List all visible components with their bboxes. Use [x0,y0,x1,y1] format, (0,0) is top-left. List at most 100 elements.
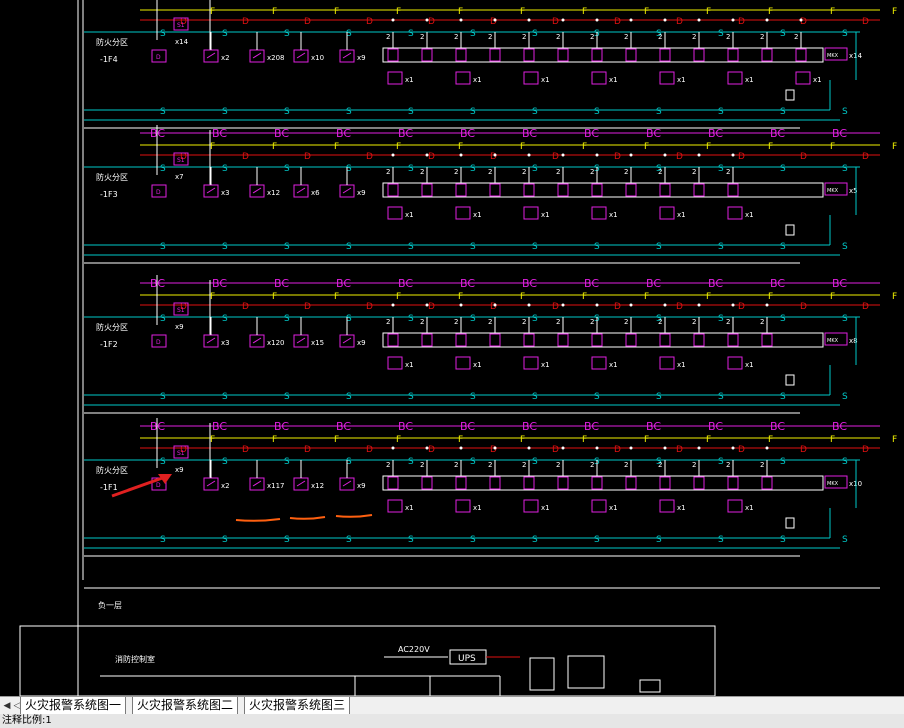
junction-dot [493,303,497,307]
count-label: x9 [357,339,366,347]
loop-num: 2 [590,318,594,326]
monitor-icon [567,655,605,689]
d-label: D [614,445,621,455]
count-label: x120 [267,339,285,347]
s-label: S [718,457,724,467]
module-box [455,333,467,347]
s-label: S [780,242,786,252]
junction-dot [493,153,497,157]
sub-device-count: x1 [745,504,754,512]
tab-fire-alarm-2[interactable]: 火灾报警系统图二 [132,697,239,715]
f-label: F [520,435,525,445]
d-label: D [490,152,497,162]
sub-device-box [387,356,403,370]
s-label: S [532,535,538,545]
loop-num: 2 [624,168,628,176]
f-label: F [830,435,835,445]
d-label: D [242,445,249,455]
layout-tab-bar: ◀ ◁ 火灾报警系统图一 火灾报警系统图二 火灾报警系统图三 [0,696,904,715]
d-label: D [614,302,621,312]
d-label: D [242,152,249,162]
cad-drawing-canvas[interactable]: F D S S F D S S F D S S F D S S F D S S F D S S F D S S F D S S F D S S F D S S… [0,0,904,696]
sub-device-box [523,71,539,85]
module-box [523,333,535,347]
junction-dot [731,303,735,307]
symbol-glyph [206,52,216,59]
symbol-glyph [342,337,352,344]
f-label: F [830,7,835,17]
loop-num: 2 [794,33,798,41]
sub-device-box [455,499,471,513]
annotation-scale-text: 注释比例:1 [2,715,52,726]
count-label: x3 [221,189,230,197]
f-label: F [768,7,773,17]
bc-label: BC [646,277,661,290]
d-label: D [862,17,869,27]
s-label: S [594,535,600,545]
f-label: F [210,435,215,445]
sub-device-box [795,71,811,85]
tab-fire-alarm-1[interactable]: 火灾报警系统图一 [20,697,127,715]
module-box [693,333,705,347]
loop-num: 2 [658,33,662,41]
s-label: S [470,535,476,545]
f-label: F [582,142,587,152]
sub-device-count: x1 [745,76,754,84]
module-box [591,48,603,62]
s-label: S [594,242,600,252]
bc-label: BC [584,127,599,140]
sub-device-count: x1 [541,504,550,512]
sub-device-count: x1 [473,76,482,84]
sub-device-count: x1 [405,504,414,512]
s-label: S [284,392,290,402]
bc-label: BC [398,420,413,433]
status-bar: 注释比例:1 [0,714,904,728]
loop-num: 2 [658,168,662,176]
f-label: F [210,7,215,17]
d-label: D [304,302,311,312]
tab-nav-first-icon[interactable]: ◀ [2,700,12,712]
d-label: D [428,445,435,455]
d-label: D [366,152,373,162]
f-label: F [892,435,897,445]
d-label: D [800,302,807,312]
mkx-label: MKX [827,338,839,344]
junction-dot [697,303,701,307]
count-label: x117 [267,482,285,490]
sub-device-count: x1 [541,76,550,84]
module-box [557,48,569,62]
bc-label: BC [460,127,475,140]
module-box [625,183,637,197]
bc-label: BC [770,277,785,290]
f-label: F [520,292,525,302]
module-box [727,183,739,197]
s-label: S [222,457,228,467]
sub-device-count: x1 [405,76,414,84]
loop-num: 2 [692,461,696,469]
bc-label: BC [212,127,227,140]
loop-num: 2 [726,168,730,176]
floor-code: -1F2 [100,340,118,349]
io-module-label: S1 [177,157,185,164]
s-label: S [718,242,724,252]
junction-dot [595,446,599,450]
module-box [387,476,399,490]
bc-label: BC [770,127,785,140]
s-label: S [718,164,724,174]
annotation-underline [335,514,373,518]
symbol-glyph [342,480,352,487]
mkx-label: MKX [827,53,839,59]
s-label: S [284,535,290,545]
s-label: S [842,457,848,467]
d-label: D [428,17,435,27]
tab-fire-alarm-3[interactable]: 火灾报警系统图三 [244,697,351,715]
f-label: F [210,292,215,302]
printer-icon [639,679,661,693]
s-label: S [408,457,414,467]
count-label: x9 [175,466,184,474]
sub-device-count: x1 [541,361,550,369]
symbol-glyph [206,337,216,344]
junction-dot [731,446,735,450]
s-label: S [284,29,290,39]
power-label: AC220V [398,645,430,654]
